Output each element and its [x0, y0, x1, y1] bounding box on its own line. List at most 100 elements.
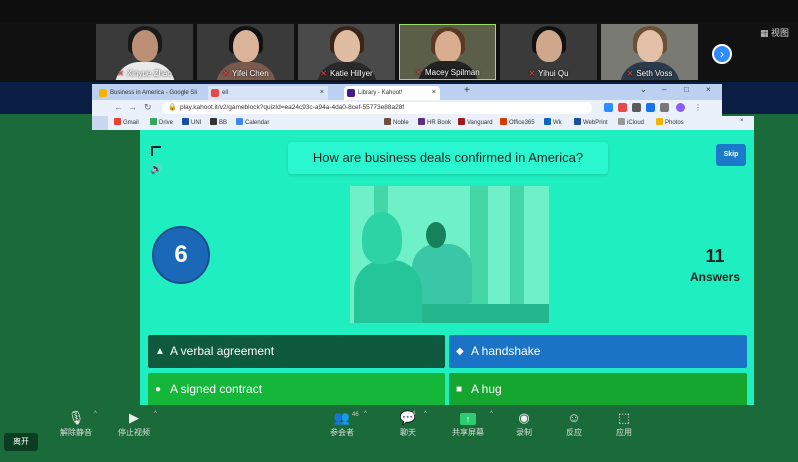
forward-icon[interactable]: →	[128, 102, 137, 112]
chevron-up-icon[interactable]: ^	[364, 411, 367, 417]
bookmark-item[interactable]: Gmail	[114, 118, 139, 126]
bookmark-item[interactable]: Wk	[544, 118, 562, 126]
participant-gallery: ✕ Xinyue Zhao ✕ Yifei Chen ✕ Katie Hillyer …	[0, 22, 798, 82]
address-bar-row: ← → ↻ 🔒 play.kahoot.it/v2/gameblock?quiz…	[92, 100, 722, 116]
apps-button[interactable]: ⬚ 应用	[594, 409, 654, 438]
bookmark-item[interactable]: UNI	[182, 118, 201, 126]
menu-dots-icon[interactable]: ⋮	[694, 103, 703, 112]
stop-video-label: 停止视频	[118, 428, 150, 437]
participant-face	[232, 30, 259, 62]
extension-icon[interactable]	[618, 103, 627, 112]
zoom-top-bar	[0, 0, 798, 22]
participant-tile[interactable]: ✕ Seth Voss	[601, 24, 698, 80]
participant-face	[636, 30, 663, 62]
close-tab-icon[interactable]: ×	[432, 86, 436, 100]
browser-tab-kahoot[interactable]: Library - Kahoot! ×	[344, 86, 440, 100]
extension-icon[interactable]	[646, 103, 655, 112]
participants-label: 参会者	[330, 428, 354, 437]
participant-tile[interactable]: ✕ Yifei Chen	[197, 24, 294, 80]
view-button[interactable]: ▦ 视图	[760, 26, 789, 39]
participants-count: 46	[352, 412, 359, 418]
participant-tile[interactable]: ✕ Yihui Qu	[500, 24, 597, 80]
gmail-icon	[114, 118, 121, 125]
share-screen-button[interactable]: ↑ 共享屏幕 ^	[438, 409, 498, 438]
mic-muted-icon: ✕	[117, 69, 124, 78]
share-label: 共享屏幕	[452, 428, 484, 437]
vanguard-icon	[458, 118, 465, 125]
share-screen-icon: ↑	[438, 409, 498, 427]
maximize-icon[interactable]: □	[684, 85, 689, 94]
participant-tile[interactable]: ✕ Xinyue Zhao	[96, 24, 193, 80]
puzzle-icon[interactable]	[660, 103, 669, 112]
reload-icon[interactable]: ↻	[144, 102, 152, 113]
close-tab-icon[interactable]: ×	[320, 86, 324, 100]
url-bar[interactable]: 🔒 play.kahoot.it/v2/gameblock?quizId=ea2…	[162, 102, 592, 114]
participant-name: ✕ Seth Voss	[626, 69, 673, 78]
participant-tile-active[interactable]: ✕ Macey Spilman	[399, 24, 496, 80]
bookmark-item[interactable]: Photos	[656, 118, 684, 126]
answer-option-square[interactable]: ■ A hug	[449, 373, 747, 406]
answer-option-diamond[interactable]: ◆ A handshake	[449, 335, 747, 368]
chat-button[interactable]: 💬 聊天 4 ^	[378, 409, 438, 438]
image-woman	[354, 260, 422, 323]
bookmark-item[interactable]: HR Book	[418, 118, 451, 126]
zoom-meeting-toolbar: 🎙 解除静音 ^ ▶ 停止视频 ^ 👥 参会者 46 ^ 💬 聊天 4 ^ ↑ …	[0, 405, 798, 462]
chevron-up-icon[interactable]: ^	[94, 411, 97, 417]
fullscreen-icon[interactable]	[151, 146, 161, 156]
close-bookmarks-icon[interactable]: ×	[740, 118, 744, 124]
bookmark-item[interactable]: WebPrint	[574, 118, 608, 126]
bookmark-item[interactable]: Noble	[384, 118, 409, 126]
calendar-icon	[236, 118, 243, 125]
chevron-up-icon[interactable]: ^	[154, 411, 157, 417]
participants-icon: 👥	[333, 410, 351, 425]
extension-icon[interactable]	[604, 103, 613, 112]
extension-icon[interactable]	[632, 103, 641, 112]
new-tab-icon[interactable]: +	[464, 85, 470, 96]
question-text: How are business deals confirmed in Amer…	[288, 142, 608, 174]
mic-muted-icon: ✕	[320, 69, 327, 78]
answers-label: Answers	[689, 270, 741, 284]
profile-avatar-icon[interactable]	[676, 103, 685, 112]
chevron-up-icon[interactable]: ^	[490, 411, 493, 417]
browser-tab-slides[interactable]: Business in America - Google Sli	[96, 86, 208, 100]
bookmark-item[interactable]: iCloud	[618, 118, 644, 126]
leave-meeting-button[interactable]: 离开	[4, 433, 38, 451]
close-window-icon[interactable]: ×	[706, 85, 711, 94]
drive-icon	[150, 118, 157, 125]
wk-icon	[544, 118, 551, 125]
reactions-label: 反应	[566, 428, 582, 437]
bb-icon	[210, 118, 217, 125]
bookmark-item[interactable]: Calendar	[236, 118, 269, 126]
participant-name: ✕ Katie Hillyer	[320, 69, 373, 78]
bookmark-item[interactable]: Office365	[500, 118, 535, 126]
sound-icon[interactable]: 🔊	[150, 164, 162, 175]
participant-tile[interactable]: ✕ Katie Hillyer	[298, 24, 395, 80]
mute-button[interactable]: 🎙 解除静音 ^	[46, 409, 106, 438]
lock-icon: 🔒	[168, 104, 177, 111]
image-window	[470, 186, 488, 323]
minimize-icon[interactable]: –	[662, 85, 666, 94]
mic-muted-icon: ✕	[626, 69, 634, 78]
participant-face	[333, 30, 360, 62]
bookmark-item[interactable]: Drive	[150, 118, 173, 126]
bookmark-item[interactable]: Vanguard	[458, 118, 493, 126]
answer-option-triangle[interactable]: ▲ A verbal agreement	[148, 335, 445, 368]
back-icon[interactable]: ←	[114, 102, 123, 112]
chevron-up-icon[interactable]: ^	[424, 411, 427, 417]
browser-tab-second[interactable]: ell ×	[208, 86, 328, 100]
tab-search-icon[interactable]: ⌄	[640, 85, 647, 94]
image-window	[510, 186, 524, 323]
diamond-icon: ◆	[456, 346, 464, 357]
kahoot-game-area: 🔊 How are business deals confirmed in Am…	[140, 130, 754, 406]
participants-button[interactable]: 👥 参会者 46 ^	[312, 409, 372, 438]
square-icon: ■	[456, 384, 463, 395]
participant-name: ✕ Yihui Qu	[528, 69, 569, 78]
triangle-icon: ▲	[155, 346, 165, 357]
skip-button[interactable]: Skip	[716, 144, 746, 166]
stop-video-button[interactable]: ▶ 停止视频 ^	[104, 409, 164, 438]
bookmark-item[interactable]: BB	[210, 118, 227, 126]
answer-label: A signed contract	[170, 382, 263, 396]
next-page-arrow-icon[interactable]: ›	[712, 44, 732, 64]
answer-option-circle[interactable]: ● A signed contract	[148, 373, 445, 406]
uni-icon	[182, 118, 189, 125]
